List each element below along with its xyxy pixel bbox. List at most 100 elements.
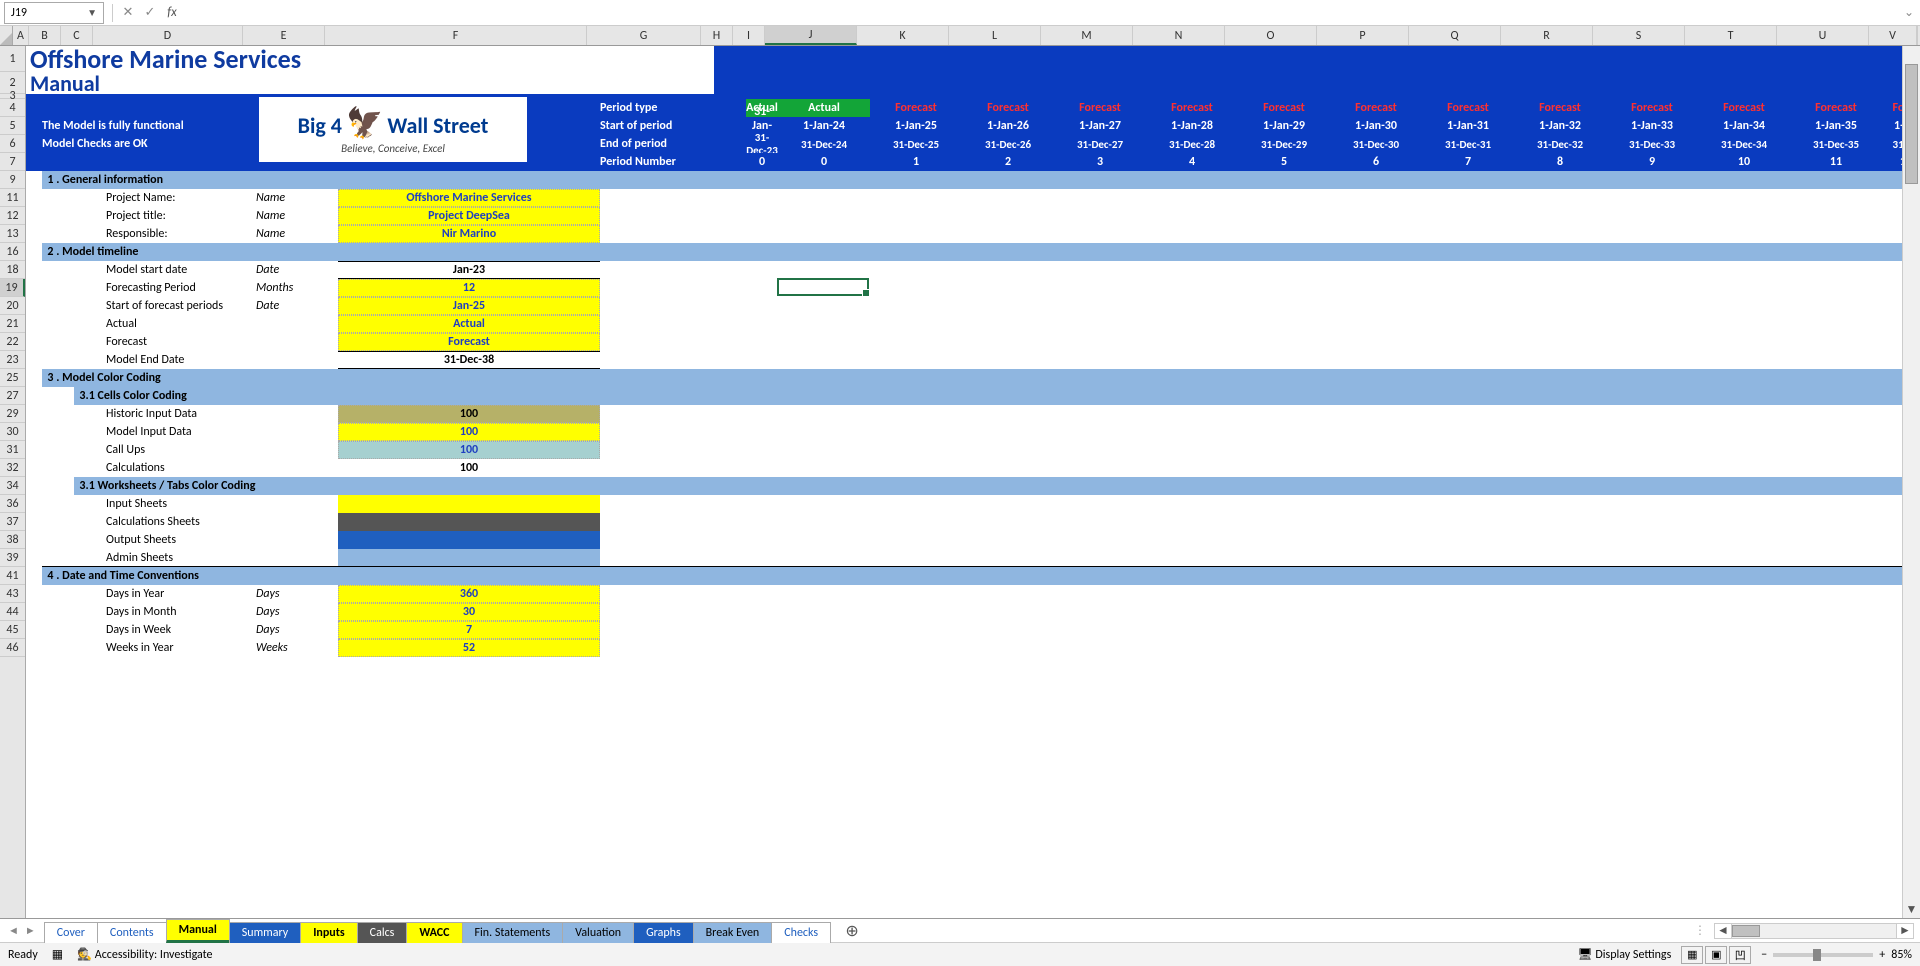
column-header-K[interactable]: K	[857, 26, 949, 45]
scroll-thumb[interactable]	[1905, 64, 1918, 184]
row-header-44[interactable]: 44	[0, 603, 25, 621]
column-header-E[interactable]: E	[243, 26, 325, 45]
row-header-41[interactable]: 41	[0, 567, 25, 585]
sheet-tab-wacc[interactable]: WACC	[406, 922, 462, 943]
tab-first-icon[interactable]: ◄	[8, 924, 19, 937]
row-header-1[interactable]: 1	[0, 46, 25, 72]
view-normal-icon[interactable]: ▦	[1681, 946, 1703, 964]
project-name-value[interactable]: Offshore Marine Services	[338, 189, 600, 207]
column-header-M[interactable]: M	[1041, 26, 1133, 45]
hscroll-left-icon[interactable]: ◄	[1714, 923, 1732, 939]
responsible-value[interactable]: Nir Marino	[338, 225, 600, 243]
sheet-tab-inputs[interactable]: Inputs	[300, 922, 357, 943]
sheet-tab-valuation[interactable]: Valuation	[562, 922, 634, 943]
grid-body[interactable]: Offshore Marine ServicesManualThe Model …	[26, 46, 1902, 918]
column-header-Q[interactable]: Q	[1409, 26, 1501, 45]
row-header-12[interactable]: 12	[0, 207, 25, 225]
scroll-track[interactable]	[1903, 64, 1920, 900]
row-header-9[interactable]: 9	[0, 171, 25, 189]
column-header-N[interactable]: N	[1133, 26, 1225, 45]
column-header-T[interactable]: T	[1685, 26, 1777, 45]
row-header-29[interactable]: 29	[0, 405, 25, 423]
row-header-37[interactable]: 37	[0, 513, 25, 531]
row-header-20[interactable]: 20	[0, 297, 25, 315]
column-header-R[interactable]: R	[1501, 26, 1593, 45]
days-month-value[interactable]: 30	[338, 603, 600, 621]
column-header-O[interactable]: O	[1225, 26, 1317, 45]
column-header-V[interactable]: V	[1869, 26, 1917, 45]
row-header-43[interactable]: 43	[0, 585, 25, 603]
days-week-value[interactable]: 7	[338, 621, 600, 639]
new-sheet-icon[interactable]: ⊕	[840, 921, 864, 941]
column-header-P[interactable]: P	[1317, 26, 1409, 45]
hscroll-right-icon[interactable]: ►	[1896, 923, 1914, 939]
row-header-25[interactable]: 25	[0, 369, 25, 387]
row-header-38[interactable]: 38	[0, 531, 25, 549]
callups-value[interactable]: 100	[338, 441, 600, 459]
column-header-F[interactable]: F	[325, 26, 587, 45]
column-header-L[interactable]: L	[949, 26, 1041, 45]
tab-next-icon[interactable]: ►	[25, 924, 36, 937]
row-header-19[interactable]: 19	[0, 279, 25, 297]
chevron-down-icon[interactable]: ▼	[87, 6, 97, 19]
sheet-tab-break-even[interactable]: Break Even	[693, 922, 773, 943]
formula-input[interactable]	[183, 2, 1898, 24]
row-header-16[interactable]: 16	[0, 243, 25, 261]
sheet-tab-fin-statements[interactable]: Fin. Statements	[462, 922, 564, 943]
display-settings-button[interactable]: 🖥 Display Settings	[1577, 947, 1671, 962]
sheet-tab-graphs[interactable]: Graphs	[633, 922, 694, 943]
select-all-corner[interactable]	[0, 26, 13, 45]
weeks-year-value[interactable]: 52	[338, 639, 600, 657]
cancel-icon[interactable]: ✕	[117, 2, 139, 24]
sheet-tab-manual[interactable]: Manual	[166, 919, 230, 943]
column-header-G[interactable]: G	[587, 26, 701, 45]
model-start-value[interactable]: Jan-23	[338, 261, 600, 279]
view-layout-icon[interactable]: ▣	[1705, 946, 1727, 964]
name-box[interactable]: J19 ▼	[4, 2, 104, 24]
historic-input-value[interactable]: 100	[338, 405, 600, 423]
horizontal-scrollbar[interactable]: ◄ ►	[1714, 923, 1914, 939]
row-header-30[interactable]: 30	[0, 423, 25, 441]
days-year-value[interactable]: 360	[338, 585, 600, 603]
row-header-36[interactable]: 36	[0, 495, 25, 513]
sheet-tab-calcs[interactable]: Calcs	[357, 922, 408, 943]
row-header-6[interactable]: 6	[0, 135, 25, 153]
model-end-value[interactable]: 31-Dec-38	[338, 351, 600, 369]
zoom-level[interactable]: 85%	[1891, 948, 1912, 962]
row-header-23[interactable]: 23	[0, 351, 25, 369]
sheet-tab-cover[interactable]: Cover	[44, 922, 98, 943]
row-header-7[interactable]: 7	[0, 153, 25, 171]
sheet-tab-summary[interactable]: Summary	[229, 922, 301, 943]
hscroll-thumb[interactable]	[1732, 925, 1760, 937]
sheet-tab-contents[interactable]: Contents	[97, 922, 167, 943]
column-header-I[interactable]: I	[733, 26, 765, 45]
column-header-J[interactable]: J	[765, 26, 857, 45]
zoom-out-icon[interactable]: −	[1761, 948, 1767, 962]
column-header-A[interactable]: A	[13, 26, 29, 45]
row-header-34[interactable]: 34	[0, 477, 25, 495]
row-header-31[interactable]: 31	[0, 441, 25, 459]
row-header-32[interactable]: 32	[0, 459, 25, 477]
row-header-27[interactable]: 27	[0, 387, 25, 405]
row-header-4[interactable]: 4	[0, 99, 25, 117]
row-header-39[interactable]: 39	[0, 549, 25, 567]
column-header-S[interactable]: S	[1593, 26, 1685, 45]
macro-record-icon[interactable]: ▦	[52, 947, 63, 962]
row-header-45[interactable]: 45	[0, 621, 25, 639]
column-header-H[interactable]: H	[701, 26, 733, 45]
zoom-slider[interactable]	[1773, 953, 1873, 957]
project-title-value[interactable]: Project DeepSea	[338, 207, 600, 225]
column-header-U[interactable]: U	[1777, 26, 1869, 45]
expand-formula-icon[interactable]: ⌄	[1898, 5, 1920, 20]
zoom-in-icon[interactable]: +	[1879, 948, 1885, 962]
row-header-22[interactable]: 22	[0, 333, 25, 351]
zoom-handle[interactable]	[1813, 949, 1821, 961]
enter-icon[interactable]: ✓	[139, 2, 161, 24]
tab-split-handle[interactable]: ⋮	[1694, 923, 1700, 938]
model-input-value[interactable]: 100	[338, 423, 600, 441]
column-header-B[interactable]: B	[29, 26, 61, 45]
fx-icon[interactable]: fx	[161, 2, 183, 24]
start-forecast-value[interactable]: Jan-25	[338, 297, 600, 315]
row-header-11[interactable]: 11	[0, 189, 25, 207]
row-header-5[interactable]: 5	[0, 117, 25, 135]
